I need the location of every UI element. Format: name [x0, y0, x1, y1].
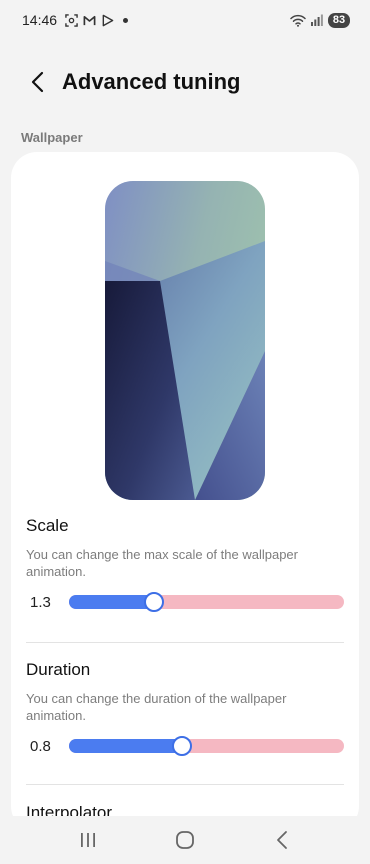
home-icon	[176, 831, 194, 849]
setting-title: Scale	[26, 516, 69, 535]
signal-icon	[311, 14, 323, 26]
wifi-icon	[290, 14, 306, 27]
scale-slider-row: 1.3	[26, 590, 344, 614]
recents-button[interactable]	[68, 820, 108, 860]
slider-thumb[interactable]	[171, 736, 192, 756]
nav-back-button[interactable]	[262, 820, 302, 860]
page-title: Advanced tuning	[62, 69, 241, 94]
duration-slider[interactable]	[69, 736, 344, 756]
home-button[interactable]	[165, 820, 205, 860]
app-header: Advanced tuning	[0, 60, 370, 104]
setting-description: You can change the max scale of the wall…	[26, 547, 298, 579]
duration-slider-row: 0.8	[26, 734, 344, 758]
slider-track-active	[69, 739, 182, 753]
play-icon	[102, 14, 114, 26]
setting-scale: Scale You can change the max scale of th…	[26, 516, 344, 614]
scale-slider[interactable]	[69, 592, 344, 612]
navigation-bar	[0, 816, 370, 864]
status-notification-icons	[65, 13, 129, 27]
duration-value: 0.8	[30, 737, 51, 755]
scale-value: 1.3	[30, 593, 51, 611]
screenshot-icon	[65, 13, 78, 27]
battery-icon: 83	[328, 12, 350, 28]
wallpaper-preview	[105, 181, 265, 500]
back-button[interactable]	[18, 62, 58, 102]
wallpaper-preview-image	[105, 181, 265, 500]
status-time: 14:46	[22, 12, 58, 28]
divider	[26, 642, 344, 643]
status-system-icons: 83	[290, 12, 350, 28]
slider-track-active	[69, 595, 155, 609]
setting-description: You can change the duration of the wallp…	[26, 691, 287, 723]
section-label-wallpaper: Wallpaper	[21, 130, 83, 145]
slider-thumb[interactable]	[144, 592, 165, 612]
settings-card: Scale You can change the max scale of th…	[11, 152, 359, 832]
recents-icon	[81, 833, 96, 847]
status-bar: 14:46 83	[0, 0, 370, 40]
divider	[26, 784, 344, 785]
gmail-icon	[83, 15, 96, 25]
setting-title: Duration	[26, 660, 91, 679]
notification-dot	[123, 17, 129, 23]
setting-duration: Duration You can change the duration of …	[26, 660, 344, 758]
back-icon	[276, 831, 287, 849]
back-arrow-icon	[31, 71, 44, 93]
